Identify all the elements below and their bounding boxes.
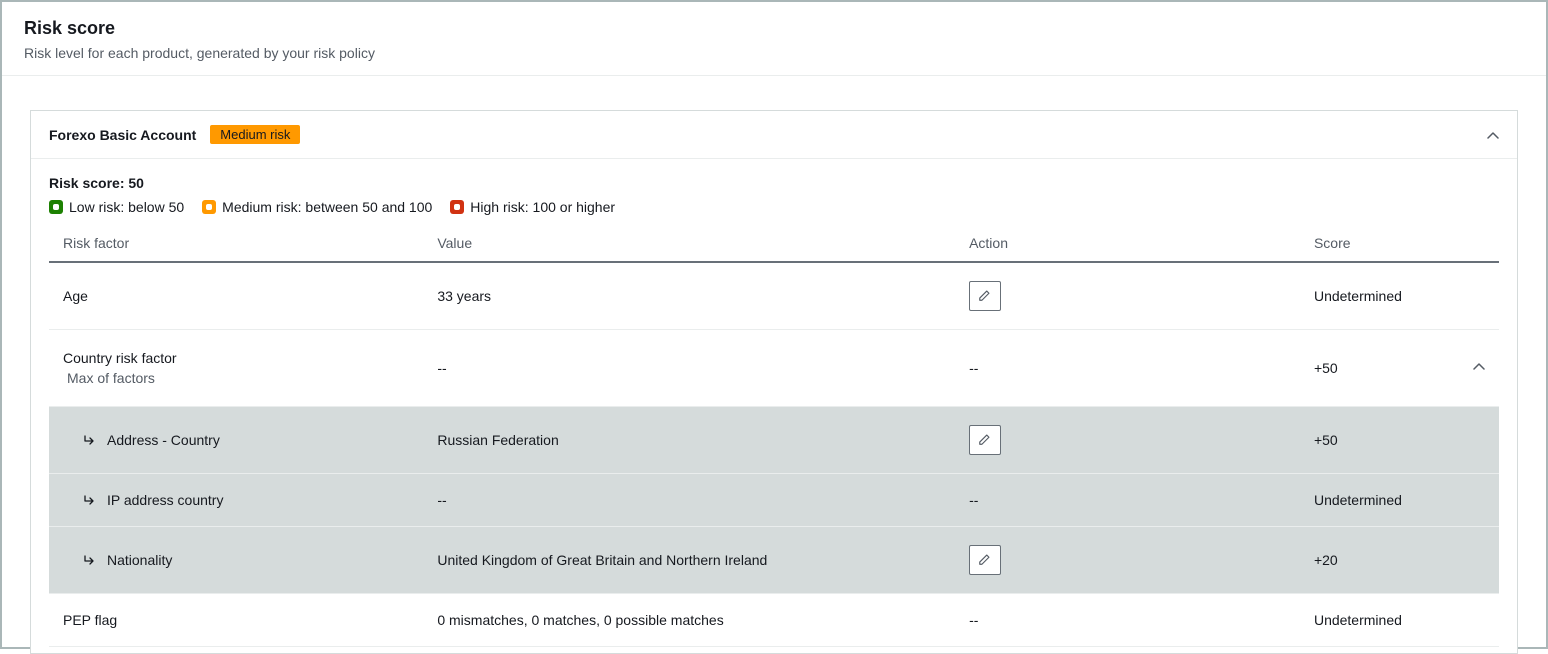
medium-risk-icon [202,200,216,214]
factor-subtext: Max of factors [67,370,409,386]
action-cell: -- [955,594,1300,647]
table-sub-row: Nationality United Kingdom of Great Brit… [49,527,1499,594]
pencil-icon [978,432,992,449]
score-cell: +20 [1300,527,1459,594]
card-body: Risk score: 50 Low risk: below 50 Medium… [31,159,1517,653]
factor-cell: Age [49,262,423,330]
legend-medium-label: Medium risk: between 50 and 100 [222,199,432,215]
table-row-group: Country risk factor Max of factors -- --… [49,330,1499,407]
risk-factors-table: Risk factor Value Action Score Age 33 ye… [49,225,1499,647]
col-header-value: Value [423,225,955,262]
table-sub-row: Address - Country Russian Federation +50 [49,407,1499,474]
value-cell: 33 years [423,262,955,330]
edit-button[interactable] [969,281,1001,311]
col-header-factor: Risk factor [49,225,423,262]
value-cell: -- [423,474,955,527]
value-cell: United Kingdom of Great Britain and Nort… [423,527,955,594]
factor-cell: Nationality [107,552,172,568]
high-risk-icon [450,200,464,214]
col-header-action: Action [955,225,1300,262]
chevron-up-icon [1487,129,1499,141]
chevron-up-icon[interactable] [1473,360,1485,372]
table-row: Age 33 years Undetermined [49,262,1499,330]
score-cell: +50 [1300,330,1459,407]
legend-low-label: Low risk: below 50 [69,199,184,215]
risk-score: Risk score: 50 [49,175,1499,191]
action-cell: -- [955,330,1300,407]
indent-arrow-icon [83,493,97,507]
low-risk-icon [49,200,63,214]
factor-cell: Address - Country [107,432,220,448]
table-sub-row: IP address country -- -- Undetermined [49,474,1499,527]
factor-cell: IP address country [107,492,223,508]
pencil-icon [978,288,992,305]
page-subtitle: Risk level for each product, generated b… [24,45,1524,61]
product-name: Forexo Basic Account [49,127,196,143]
score-cell: Undetermined [1300,262,1459,330]
risk-card: Forexo Basic Account Medium risk Risk sc… [30,110,1518,654]
indent-arrow-icon [83,433,97,447]
factor-cell: PEP flag [49,594,423,647]
page-header: Risk score Risk level for each product, … [2,2,1546,76]
page-title: Risk score [24,18,1524,39]
col-header-score: Score [1300,225,1459,262]
risk-legend: Low risk: below 50 Medium risk: between … [49,199,1499,215]
card-toggle[interactable]: Forexo Basic Account Medium risk [31,111,1517,159]
factor-cell: Country risk factor Max of factors [49,330,423,407]
score-cell: +50 [1300,407,1459,474]
indent-arrow-icon [83,553,97,567]
pencil-icon [978,552,992,569]
risk-badge: Medium risk [210,125,300,144]
edit-button[interactable] [969,425,1001,455]
edit-button[interactable] [969,545,1001,575]
value-cell: -- [423,330,955,407]
score-cell: Undetermined [1300,594,1459,647]
value-cell: Russian Federation [423,407,955,474]
legend-high-label: High risk: 100 or higher [470,199,615,215]
value-cell: 0 mismatches, 0 matches, 0 possible matc… [423,594,955,647]
table-row: PEP flag 0 mismatches, 0 matches, 0 poss… [49,594,1499,647]
action-cell: -- [955,474,1300,527]
score-cell: Undetermined [1300,474,1459,527]
